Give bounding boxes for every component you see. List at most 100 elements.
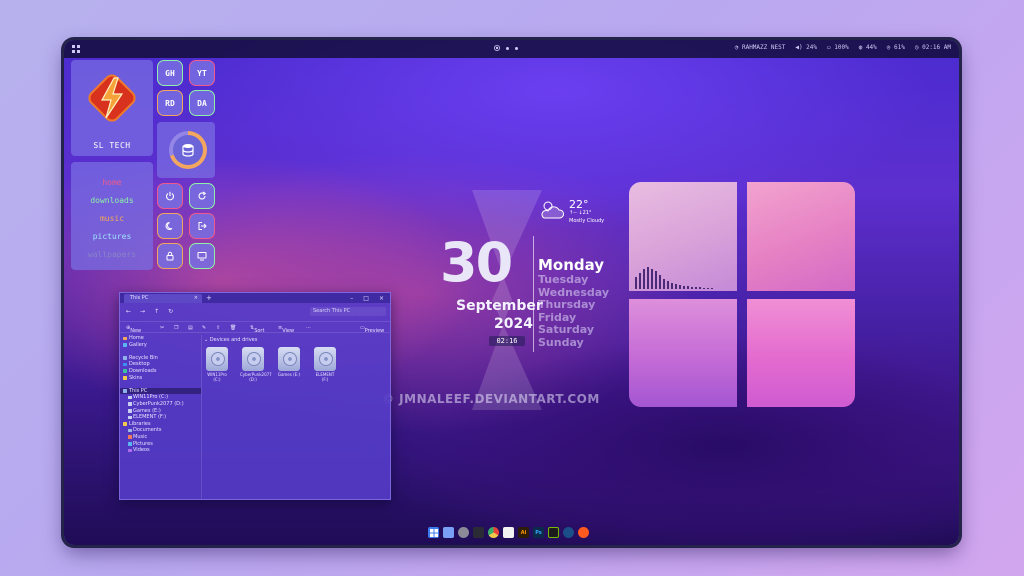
storage-widget — [157, 122, 215, 178]
nav-label: Desktop — [129, 361, 150, 368]
cut-icon[interactable]: ✂ — [160, 325, 164, 331]
terminal-icon[interactable] — [473, 527, 484, 538]
nav-item[interactable]: Pictures — [120, 441, 201, 448]
windows-logo-tile-bottom-left — [629, 299, 737, 407]
quick-button-da[interactable]: DA — [189, 90, 215, 116]
folder-icon — [123, 376, 127, 380]
explorer-sidebar: Home Gallery Recycle Bin Desktop Downloa… — [120, 335, 202, 499]
workspace-indicator[interactable] — [494, 45, 518, 51]
sort-button[interactable]: ⇅ Sort — [250, 325, 264, 334]
drive-item[interactable]: CyberPunk2077 (D:) — [240, 347, 272, 383]
link-downloads[interactable]: downloads — [71, 192, 153, 210]
wifi-status[interactable]: ◔ RAHMAZZ NEST — [735, 44, 786, 51]
refresh-icon[interactable]: ↻ — [168, 308, 173, 315]
start-icon[interactable] — [428, 527, 439, 538]
link-music[interactable]: music — [71, 210, 153, 228]
nav-label: Libraries — [129, 420, 151, 427]
nav-label: Games (E:) — [133, 407, 161, 414]
chrome-icon[interactable] — [488, 527, 499, 538]
workspace-dot[interactable] — [506, 46, 509, 50]
new-button[interactable]: ⊕ New — [126, 325, 141, 334]
nav-item[interactable]: Skins — [120, 375, 201, 382]
reddit-icon[interactable] — [578, 527, 589, 538]
nav-label: Recycle Bin — [129, 354, 158, 361]
active-workspace-icon[interactable] — [494, 45, 500, 51]
steam-icon[interactable] — [563, 527, 574, 538]
nav-item[interactable]: WIN11Pro (C:) — [120, 394, 201, 401]
nav-item[interactable]: Videos — [120, 447, 201, 454]
gallery-icon — [123, 343, 127, 347]
share-icon[interactable]: ⇪ — [216, 325, 220, 331]
downloads-icon — [123, 369, 127, 373]
workspace-dot[interactable] — [515, 46, 518, 50]
lock-button[interactable] — [157, 243, 183, 269]
drive-item[interactable]: ELEMENT (F:) — [312, 347, 338, 383]
view-button[interactable]: ≡ View — [278, 325, 294, 334]
nav-item[interactable]: Desktop — [120, 361, 201, 368]
nav-label: Home — [129, 335, 144, 341]
more-icon[interactable]: ··· — [306, 325, 311, 331]
link-home[interactable]: home — [71, 174, 153, 192]
nav-item[interactable]: Downloads — [120, 368, 201, 375]
drive-item[interactable]: WIN11Pro (C:) — [204, 347, 230, 383]
up-icon[interactable]: ↑ — [154, 308, 159, 315]
rename-icon[interactable]: ✎ — [202, 325, 206, 331]
preview-label: Preview — [364, 328, 385, 334]
nav-item-selected[interactable]: This PC — [120, 387, 201, 395]
nav-item[interactable]: Libraries — [120, 421, 201, 428]
logo-title: SL TECH — [93, 141, 131, 150]
copy-icon[interactable]: ❐ — [174, 325, 178, 331]
explorer-search-input[interactable]: Search This PC — [310, 307, 386, 316]
nav-item[interactable]: Music — [120, 434, 201, 441]
drive-label: ELEMENT (F:) — [315, 372, 335, 382]
nav-label: Gallery — [129, 341, 147, 348]
minimize-icon[interactable]: – — [350, 294, 353, 303]
weekday-list: Monday Tuesday Wednesday Thursday Friday… — [538, 256, 609, 350]
nav-item[interactable]: Home — [120, 335, 201, 342]
new-tab-button[interactable]: + — [206, 294, 212, 303]
nav-item[interactable]: CyberPunk2077 (D:) — [120, 401, 201, 408]
maximize-icon[interactable]: □ — [363, 294, 369, 303]
sleep-button[interactable] — [157, 213, 183, 239]
close-window-icon[interactable]: × — [379, 294, 384, 303]
explorer-tab[interactable]: This PC × — [124, 294, 202, 303]
settings-icon[interactable] — [458, 527, 469, 538]
back-icon[interactable]: ← — [126, 308, 131, 315]
clock-status[interactable]: ◷ 02:16 AM — [915, 44, 951, 51]
illustrator-icon[interactable]: Ai — [518, 527, 529, 538]
delete-icon[interactable]: 🗑 — [230, 325, 236, 331]
quick-button-yt[interactable]: YT — [189, 60, 215, 86]
nav-item[interactable]: Games (E:) — [120, 408, 201, 415]
nav-item[interactable]: Gallery — [120, 342, 201, 349]
clock-year: 2024 — [494, 316, 533, 332]
explorer-tab-title: This PC — [130, 295, 149, 301]
store-icon[interactable] — [503, 527, 514, 538]
explorer-titlebar: This PC × + – □ × — [120, 293, 390, 303]
restart-button[interactable] — [189, 183, 215, 209]
photoshop-icon[interactable]: Ps — [533, 527, 544, 538]
link-pictures[interactable]: pictures — [71, 228, 153, 246]
nav-item[interactable]: ELEMENT (F:) — [120, 414, 201, 421]
preview-button[interactable]: ▭ Preview — [360, 325, 384, 334]
paste-icon[interactable]: ▤ — [188, 325, 193, 331]
display-button[interactable] — [189, 243, 215, 269]
nvidia-icon[interactable] — [548, 527, 559, 538]
weekday-today: Monday — [538, 256, 605, 274]
power-button[interactable] — [157, 183, 183, 209]
storage-ring — [169, 131, 207, 169]
forward-icon[interactable]: → — [140, 308, 145, 315]
drive-icon — [128, 409, 132, 413]
drives-heading[interactable]: ⌄ Devices and drives — [204, 337, 338, 343]
link-wallpapers[interactable]: wallpapers — [71, 246, 153, 264]
logout-button[interactable] — [189, 213, 215, 239]
nav-item[interactable]: Documents — [120, 427, 201, 434]
volume-status[interactable]: ◀) 24% — [795, 44, 817, 51]
menu-grid-icon[interactable] — [72, 45, 80, 53]
quick-button-rd[interactable]: RD — [157, 90, 183, 116]
quick-button-gh[interactable]: GH — [157, 60, 183, 86]
close-tab-icon[interactable]: × — [194, 294, 198, 303]
nav-label: Skins — [129, 374, 143, 381]
drive-item[interactable]: Games (E:) — [276, 347, 302, 383]
file-explorer-icon[interactable] — [443, 527, 454, 538]
nav-item[interactable]: Recycle Bin — [120, 355, 201, 362]
